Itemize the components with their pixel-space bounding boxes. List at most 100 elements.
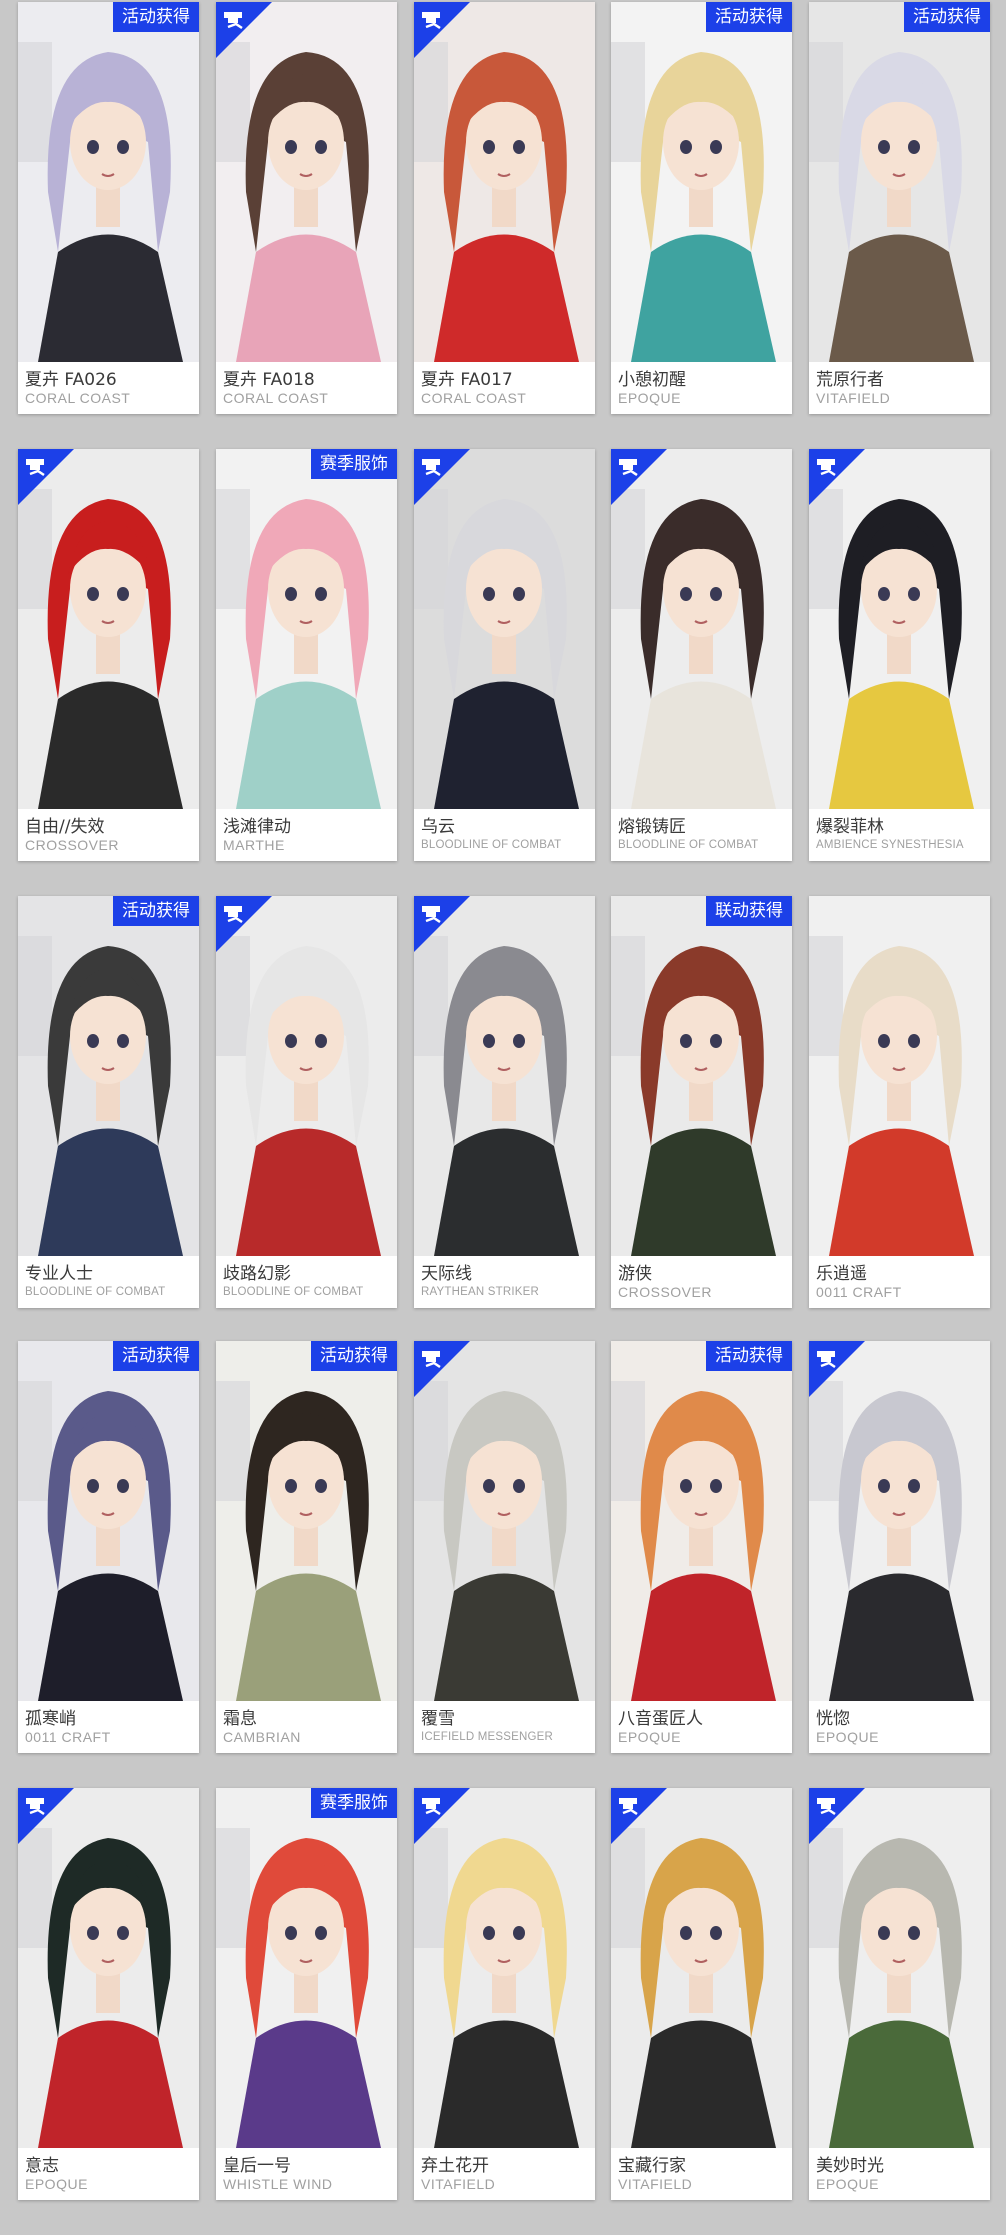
skin-brand: 0011 CRAFT — [816, 1284, 902, 1300]
skin-brand: BLOODLINE OF COMBAT — [618, 839, 759, 851]
skin-portrait — [611, 2, 792, 362]
acquisition-badge: 活动获得 — [113, 1341, 199, 1371]
skin-name: 游侠 — [618, 1264, 652, 1284]
skin-card[interactable]: 活动获得 小憩初醒 EPOQUE — [611, 2, 792, 414]
skin-name: 乐逍遥 — [816, 1264, 867, 1284]
skin-portrait — [18, 896, 199, 1256]
brand-corner-icon — [414, 896, 470, 952]
skin-name: 美妙时光 — [816, 2156, 884, 2176]
brand-corner-icon — [809, 1341, 865, 1397]
skin-portrait — [611, 1341, 792, 1701]
brand-corner-icon — [611, 449, 667, 505]
skin-card[interactable]: 活动获得 专业人士 BLOODLINE OF COMBAT — [18, 896, 199, 1308]
acquisition-badge: 赛季服饰 — [311, 1788, 397, 1818]
skin-brand: EPOQUE — [25, 2176, 88, 2192]
acquisition-badge: 活动获得 — [113, 2, 199, 32]
acquisition-badge: 活动获得 — [706, 1341, 792, 1371]
skin-name: 宝藏行家 — [618, 2156, 686, 2176]
skin-brand: RAYTHEAN STRIKER — [421, 1286, 540, 1298]
skin-brand: AMBIENCE SYNESTHESIA — [816, 839, 964, 851]
skin-card[interactable]: 自由//失效 CROSSOVER — [18, 449, 199, 861]
skin-card[interactable]: 恍惚 EPOQUE — [809, 1341, 990, 1753]
brand-corner-icon — [414, 1341, 470, 1397]
skin-name: 熔锻铸匠 — [618, 817, 686, 837]
skin-name: 浅滩律动 — [223, 817, 291, 837]
skin-brand: CORAL COAST — [223, 390, 329, 406]
skin-card[interactable]: 弃土花开 VITAFIELD — [414, 1788, 595, 2200]
skin-name: 夏卉 FA026 — [25, 370, 117, 390]
skin-card[interactable]: 联动获得 游侠 CROSSOVER — [611, 896, 792, 1308]
skin-card[interactable]: 赛季服饰皇后一号 WHISTLE WIND — [216, 1788, 397, 2200]
skin-card[interactable]: 天际线 RAYTHEAN STRIKER — [414, 896, 595, 1308]
skin-brand: CROSSOVER — [25, 837, 119, 853]
skin-name: 皇后一号 — [223, 2156, 291, 2176]
acquisition-badge: 活动获得 — [113, 896, 199, 926]
skin-name: 专业人士 — [25, 1264, 93, 1284]
skin-brand: 0011 CRAFT — [25, 1729, 111, 1745]
skin-portrait — [809, 896, 990, 1256]
skin-brand: CORAL COAST — [25, 390, 131, 406]
skin-card[interactable]: 乐逍遥 0011 CRAFT — [809, 896, 990, 1308]
acquisition-badge: 活动获得 — [311, 1341, 397, 1371]
brand-corner-icon — [414, 2, 470, 58]
skin-portrait — [216, 1341, 397, 1701]
brand-corner-icon — [414, 449, 470, 505]
skin-brand: ICEFIELD MESSENGER — [421, 1731, 554, 1743]
skin-name: 意志 — [25, 2156, 59, 2176]
skin-card[interactable]: 意志 EPOQUE — [18, 1788, 199, 2200]
skin-name: 夏卉 FA018 — [223, 370, 315, 390]
skin-portrait — [809, 2, 990, 362]
skin-portrait — [18, 1341, 199, 1701]
skin-portrait — [216, 1788, 397, 2148]
skin-card[interactable]: 活动获得霜息 CAMBRIAN — [216, 1341, 397, 1753]
skin-card[interactable]: 夏卉 FA017 CORAL COAST — [414, 2, 595, 414]
brand-corner-icon — [18, 1788, 74, 1844]
skin-card[interactable]: 宝藏行家 VITAFIELD — [611, 1788, 792, 2200]
brand-corner-icon — [216, 2, 272, 58]
skin-card[interactable]: 乌云 BLOODLINE OF COMBAT — [414, 449, 595, 861]
skin-name: 爆裂菲林 — [816, 817, 884, 837]
skin-card[interactable]: 活动获得夏卉 FA026 CORAL COAST — [18, 2, 199, 414]
skin-brand: CAMBRIAN — [223, 1729, 301, 1745]
skin-card[interactable]: 歧路幻影 BLOODLINE OF COMBAT — [216, 896, 397, 1308]
brand-corner-icon — [414, 1788, 470, 1844]
skin-name: 八音蛋匠人 — [618, 1709, 703, 1729]
skin-brand: VITAFIELD — [816, 390, 891, 406]
skin-name: 自由//失效 — [25, 817, 105, 837]
skin-portrait — [216, 449, 397, 809]
skin-brand: EPOQUE — [816, 1729, 879, 1745]
skin-name: 弃土花开 — [421, 2156, 489, 2176]
skin-name: 小憩初醒 — [618, 370, 686, 390]
skin-name: 恍惚 — [816, 1709, 850, 1729]
skin-name: 天际线 — [421, 1264, 472, 1284]
skin-card[interactable]: 活动获得八音蛋匠人 EPOQUE — [611, 1341, 792, 1753]
acquisition-badge: 赛季服饰 — [311, 449, 397, 479]
acquisition-badge: 活动获得 — [904, 2, 990, 32]
skin-brand: EPOQUE — [618, 1729, 681, 1745]
skin-brand: WHISTLE WIND — [223, 2176, 333, 2192]
skin-brand: VITAFIELD — [421, 2176, 496, 2192]
skin-grid: 活动获得 夏卉 FA026 CORAL COAST 夏卉 FA018 CORAL COA… — [0, 0, 1006, 2235]
skin-brand: EPOQUE — [618, 390, 681, 406]
skin-card[interactable]: 爆裂菲林 AMBIENCE SYNESTHESIA — [809, 449, 990, 861]
skin-name: 荒原行者 — [816, 370, 884, 390]
skin-name: 霜息 — [223, 1709, 257, 1729]
skin-card[interactable]: 美妙时光 EPOQUE — [809, 1788, 990, 2200]
skin-brand: CORAL COAST — [421, 390, 527, 406]
skin-card[interactable]: 覆雪 ICEFIELD MESSENGER — [414, 1341, 595, 1753]
skin-brand: MARTHE — [223, 837, 285, 853]
skin-card[interactable]: 活动获得 孤寒峭 0011 CRAFT — [18, 1341, 199, 1753]
skin-card[interactable]: 赛季服饰浅滩律动 MARTHE — [216, 449, 397, 861]
skin-portrait — [18, 2, 199, 362]
skin-name: 覆雪 — [421, 1709, 455, 1729]
skin-name: 乌云 — [421, 817, 455, 837]
skin-card[interactable]: 夏卉 FA018 CORAL COAST — [216, 2, 397, 414]
skin-card[interactable]: 活动获得荒原行者 VITAFIELD — [809, 2, 990, 414]
skin-brand: EPOQUE — [816, 2176, 879, 2192]
skin-brand: BLOODLINE OF COMBAT — [421, 839, 562, 851]
skin-card[interactable]: 熔锻铸匠 BLOODLINE OF COMBAT — [611, 449, 792, 861]
skin-brand: VITAFIELD — [618, 2176, 693, 2192]
brand-corner-icon — [216, 896, 272, 952]
brand-corner-icon — [18, 449, 74, 505]
skin-brand: BLOODLINE OF COMBAT — [223, 1286, 364, 1298]
